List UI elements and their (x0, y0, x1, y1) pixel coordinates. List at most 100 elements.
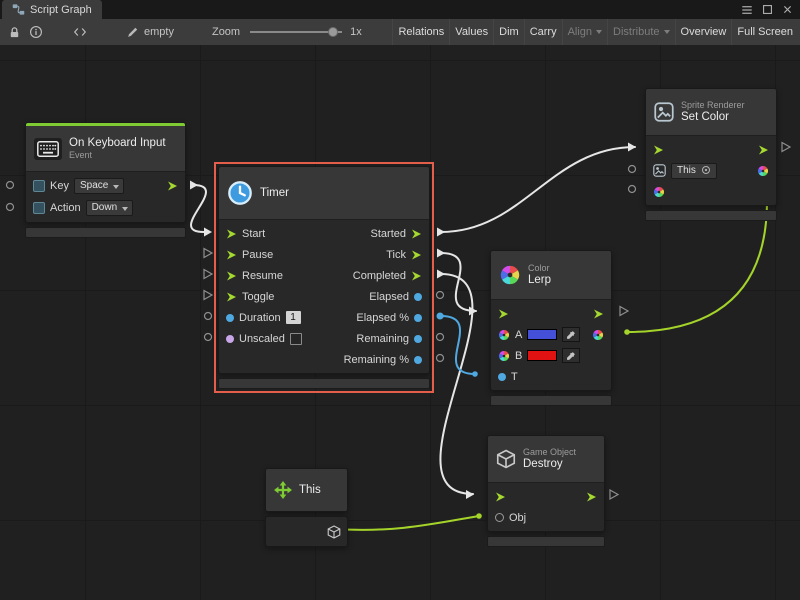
ext-flow-port[interactable] (437, 228, 445, 237)
ext-value-port[interactable] (437, 313, 444, 320)
value-port-icon[interactable] (498, 373, 506, 381)
graph-canvas[interactable]: On Keyboard Input Event Key Space Acti (0, 45, 800, 600)
lock-icon[interactable] (3, 22, 25, 42)
tab-script-graph[interactable]: Script Graph (2, 0, 102, 19)
port-row-color (646, 181, 776, 202)
eyedropper-button[interactable] (562, 348, 580, 363)
object-picker-icon[interactable] (701, 165, 711, 175)
flow-port-icon[interactable] (226, 291, 237, 303)
menu-icon[interactable] (741, 4, 753, 16)
value-port-icon[interactable] (226, 335, 234, 343)
node-timer[interactable]: Timer Start Started Pause Tick Resume Co… (218, 166, 430, 389)
align-dropdown-button[interactable]: Align (562, 19, 607, 45)
window-controls (741, 0, 800, 19)
value-port-icon[interactable] (414, 335, 422, 343)
flow-port-icon[interactable] (167, 180, 178, 192)
flow-port-icon[interactable] (593, 308, 604, 320)
carry-button[interactable]: Carry (524, 19, 562, 45)
port-row-action: Action Down (26, 197, 185, 219)
ext-flow-port[interactable] (782, 143, 790, 152)
ext-flow-port[interactable] (190, 181, 198, 190)
color-b-swatch[interactable] (527, 350, 557, 361)
flow-port-icon[interactable] (226, 228, 237, 240)
relations-button[interactable]: Relations (392, 19, 449, 45)
key-dropdown[interactable]: Space (74, 178, 124, 194)
ext-value-port[interactable] (7, 204, 14, 211)
value-port-icon[interactable] (414, 356, 422, 364)
node-set-color[interactable]: Sprite Renderer Set Color This (645, 88, 777, 221)
ext-value-port[interactable] (437, 292, 444, 299)
this-object-field[interactable]: This (671, 163, 717, 179)
port-row-obj: Obj (488, 507, 604, 528)
flow-port-icon[interactable] (586, 491, 597, 503)
color-port-icon[interactable] (498, 350, 510, 362)
color-port-icon[interactable] (498, 329, 510, 341)
flow-port-icon[interactable] (758, 144, 769, 156)
port-row: Resume Completed (219, 265, 429, 286)
flow-port-icon[interactable] (495, 491, 506, 503)
flow-port-icon[interactable] (498, 308, 509, 320)
info-icon[interactable] (25, 22, 47, 42)
ext-value-port[interactable] (205, 313, 212, 320)
node-destroy[interactable]: Game Object Destroy Obj (487, 435, 605, 547)
eyedropper-icon (566, 351, 576, 361)
ext-flow-port[interactable] (204, 228, 212, 237)
ext-flow-port[interactable] (204, 270, 212, 279)
ext-value-port[interactable] (7, 182, 14, 189)
value-port-icon[interactable] (226, 314, 234, 322)
wire-this-to-destroy-obj[interactable] (336, 516, 479, 530)
ext-flow-port[interactable] (466, 490, 474, 499)
value-port-icon[interactable] (414, 314, 422, 322)
wire-timer-started-to-setcolor[interactable] (441, 147, 635, 232)
ext-value-port[interactable] (629, 166, 636, 173)
zoom-slider[interactable] (250, 22, 342, 42)
flow-port-icon[interactable] (411, 228, 422, 240)
ext-flow-port[interactable] (620, 307, 628, 316)
dim-button[interactable]: Dim (493, 19, 524, 45)
color-a-swatch[interactable] (527, 329, 557, 340)
ext-value-port[interactable] (205, 334, 212, 341)
color-output-port-icon[interactable] (757, 165, 769, 177)
wire-timer-tick-to-lerp[interactable] (441, 253, 476, 311)
wire-keyboard-to-timer-start[interactable] (191, 185, 206, 232)
node-title: On Keyboard Input (69, 137, 166, 150)
ext-flow-port[interactable] (204, 291, 212, 300)
wire-timer-completed-to-destroy[interactable] (440, 274, 473, 494)
ext-value-port[interactable] (437, 355, 444, 362)
maximize-icon[interactable] (762, 4, 773, 15)
gameobject-port-icon[interactable] (327, 525, 341, 539)
distribute-dropdown-button[interactable]: Distribute (607, 19, 674, 45)
ext-flow-port[interactable] (610, 490, 618, 499)
color-output-port-icon[interactable] (592, 329, 604, 341)
graph-name[interactable]: empty (127, 26, 174, 38)
node-color-lerp[interactable]: Color Lerp A (490, 250, 612, 406)
full-screen-button[interactable]: Full Screen (731, 19, 798, 45)
flow-port-icon[interactable] (226, 270, 237, 282)
flow-port-icon[interactable] (653, 144, 664, 156)
wire-timer-elapsedpct-to-lerp-t[interactable] (441, 316, 475, 374)
close-icon[interactable] (782, 4, 793, 15)
value-port-icon[interactable] (495, 513, 504, 522)
flow-port-icon[interactable] (411, 270, 422, 282)
action-dropdown[interactable]: Down (86, 200, 134, 216)
color-port-icon[interactable] (653, 186, 665, 198)
values-button[interactable]: Values (449, 19, 493, 45)
overview-button[interactable]: Overview (675, 19, 732, 45)
duration-field[interactable]: 1 (286, 311, 301, 324)
eyedropper-button[interactable] (562, 327, 580, 342)
ext-value-port[interactable] (437, 334, 444, 341)
ext-flow-port[interactable] (437, 270, 445, 279)
zoom-slider-handle[interactable] (328, 27, 338, 37)
ext-flow-port[interactable] (437, 249, 445, 258)
zoom-label: Zoom (212, 26, 240, 38)
code-view-icon[interactable] (69, 22, 91, 42)
ext-flow-port[interactable] (204, 249, 212, 258)
node-this[interactable]: This (265, 468, 348, 547)
flow-port-icon[interactable] (411, 249, 422, 261)
value-port-icon[interactable] (414, 293, 422, 301)
node-on-keyboard-input[interactable]: On Keyboard Input Event Key Space Acti (25, 122, 186, 238)
ext-flow-port[interactable] (628, 143, 636, 152)
ext-value-port[interactable] (629, 186, 636, 193)
unscaled-checkbox[interactable] (290, 333, 302, 345)
flow-port-icon[interactable] (226, 249, 237, 261)
